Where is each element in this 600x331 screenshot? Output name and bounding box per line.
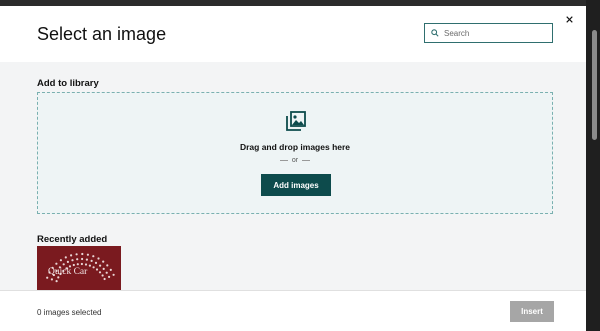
modal-body: Add to library Drag and drop images here… [0, 62, 586, 290]
page-scrollbar[interactable] [592, 30, 597, 140]
dropzone-or-divider: or [38, 157, 552, 164]
divider-line-right [302, 159, 311, 161]
image-thumbnail[interactable]: Quick Car [37, 246, 121, 290]
modal-header: Select an image [0, 6, 586, 63]
search-icon [431, 29, 439, 37]
modal-title: Select an image [37, 24, 167, 44]
insert-button[interactable]: Insert [510, 301, 554, 322]
recently-added-heading: Recently added [37, 234, 108, 245]
close-button[interactable] [563, 13, 575, 25]
dropzone-instructions: Drag and drop images here [239, 142, 351, 152]
image-gallery-icon [286, 111, 306, 131]
select-image-modal: Select an image Add to library Drag [0, 6, 586, 331]
image-dropzone[interactable]: Drag and drop images here or Add images [37, 92, 553, 214]
or-label: or [291, 157, 299, 164]
search-box[interactable] [424, 23, 553, 43]
selected-count: 0 images selected [37, 308, 102, 317]
thumbnail-label: Quick Car [48, 267, 88, 277]
add-images-button[interactable]: Add images [261, 174, 331, 196]
modal-footer: 0 images selected Insert [0, 290, 586, 331]
close-icon [565, 15, 573, 23]
divider-line-left [279, 159, 288, 161]
search-input[interactable] [444, 28, 544, 38]
add-to-library-heading: Add to library [37, 78, 99, 89]
thumbnail-graphic: Quick Car [37, 246, 121, 290]
